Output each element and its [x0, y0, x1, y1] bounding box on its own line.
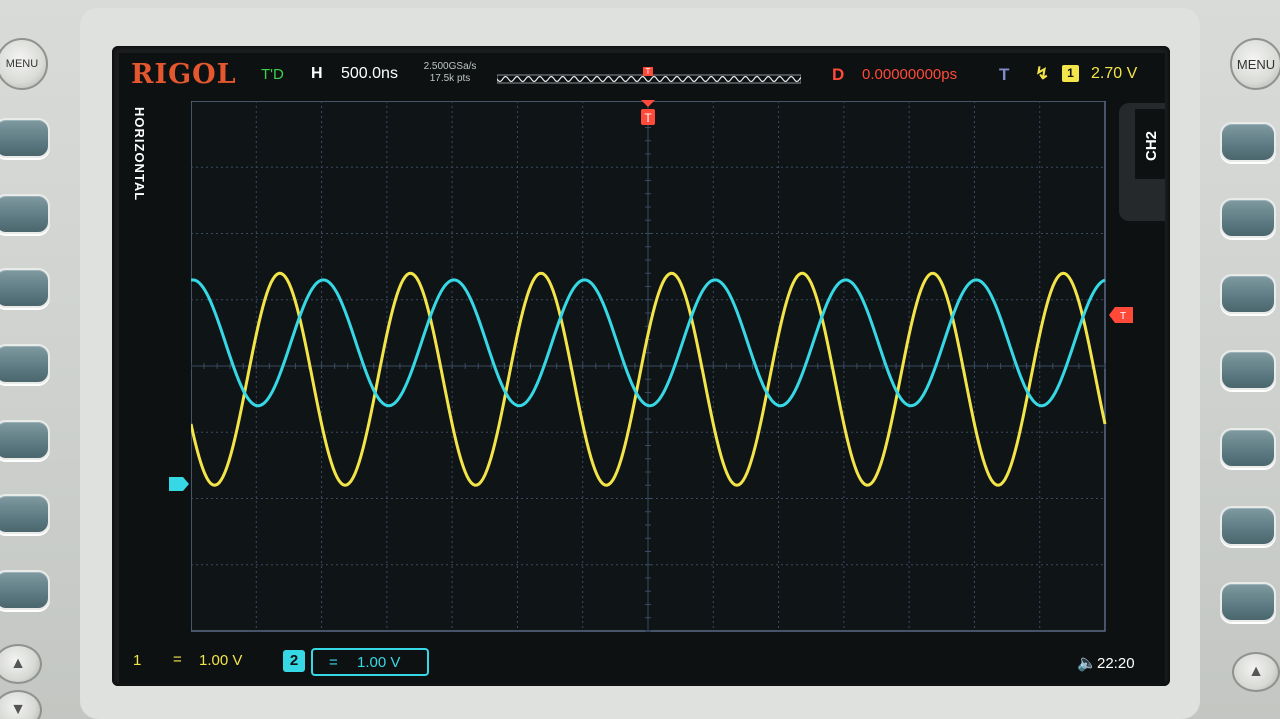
softkey-right-2[interactable]: [1220, 198, 1276, 238]
softkey-left-3[interactable]: [0, 268, 50, 308]
softkey-right-3[interactable]: [1220, 274, 1276, 314]
ch2-ground-marker[interactable]: [169, 477, 189, 491]
softkey-right-4[interactable]: [1220, 350, 1276, 390]
softkey-right-1[interactable]: [1220, 122, 1276, 162]
brand-logo: RIGOL: [131, 59, 237, 90]
menu-button-left-label: MENU: [5, 58, 39, 70]
ch2-scale-box[interactable]: = 1.00 V: [311, 648, 429, 676]
trigger-position-label: T: [644, 111, 652, 125]
menu-button-right-label: MENU: [1236, 56, 1276, 72]
ch2-coupling: =: [329, 654, 338, 671]
acquisition-info: 2.500GSa/s 17.5k pts: [415, 61, 485, 85]
trigger-status: T'D: [261, 66, 284, 83]
softkey-left-5[interactable]: [0, 420, 50, 460]
horizontal-label: H: [311, 65, 323, 82]
ch1-scale: 1.00 V: [199, 652, 243, 669]
menu-button-left[interactable]: MENU: [0, 38, 48, 90]
trigger-source-badge: 1: [1062, 65, 1079, 82]
memory-trigger-marker: T: [643, 67, 653, 76]
speaker-icon[interactable]: 🔈: [1077, 653, 1097, 673]
arrow-down-left-button[interactable]: ▼: [0, 690, 42, 719]
arrow-up-right-button[interactable]: ▲: [1232, 652, 1280, 692]
ch2-scale: 1.00 V: [357, 654, 401, 671]
ch2-tab-label: CH2: [1143, 131, 1160, 162]
softkey-right-5[interactable]: [1220, 428, 1276, 468]
ch1-coupling: =: [173, 651, 182, 668]
softkey-left-7[interactable]: [0, 570, 50, 610]
softkey-right-7[interactable]: [1220, 582, 1276, 622]
softkey-right-6[interactable]: [1220, 506, 1276, 546]
ch2-number-badge[interactable]: 2: [283, 650, 305, 672]
delay-value: 0.00000000ps: [862, 66, 958, 83]
channel-status-bar: 1 = 1.00 V 2 = 1.00 V 🔈 22:20: [119, 645, 1165, 684]
softkey-left-4[interactable]: [0, 344, 50, 384]
status-bar: RIGOL T'D H 500.0ns 2.500GSa/s 17.5k pts…: [119, 53, 1165, 99]
trigger-level: 2.70 V: [1091, 65, 1138, 82]
softkey-left-2[interactable]: [0, 194, 50, 234]
timebase-value: 500.0ns: [341, 65, 398, 82]
softkey-left-1[interactable]: [0, 118, 50, 158]
ch1-number[interactable]: 1: [133, 652, 141, 669]
trigger-level-marker-label: T: [1120, 311, 1126, 322]
softkey-left-6[interactable]: [0, 494, 50, 534]
chevron-down-icon: ▼: [10, 701, 26, 718]
arrow-up-left-button[interactable]: ▲: [0, 644, 42, 684]
sample-rate: 2.500GSa/s: [423, 61, 477, 72]
delay-label: D: [832, 65, 845, 84]
clock: 22:20: [1097, 655, 1135, 672]
memory-depth: 17.5k pts: [429, 73, 471, 84]
menu-button-right[interactable]: MENU: [1230, 38, 1280, 90]
memory-trigger-marker-label: T: [646, 67, 651, 76]
horizontal-menu-tab[interactable]: HORIZONTAL: [127, 107, 147, 211]
oscilloscope-screen: RIGOL T'D H 500.0ns 2.500GSa/s 17.5k pts…: [119, 53, 1165, 684]
trigger-level-marker[interactable]: T: [1109, 307, 1133, 323]
ch2-menu-tab[interactable]: CH2: [1135, 109, 1165, 179]
chevron-up-icon: ▲: [10, 655, 26, 672]
waveform-grid: [191, 101, 1107, 632]
rising-edge-icon: ↯: [1035, 64, 1050, 83]
chevron-up-icon: ▲: [1248, 663, 1264, 680]
memory-overview-bar: T: [497, 67, 801, 84]
trigger-position-marker[interactable]: T: [641, 100, 655, 128]
trigger-label: T: [999, 65, 1010, 84]
